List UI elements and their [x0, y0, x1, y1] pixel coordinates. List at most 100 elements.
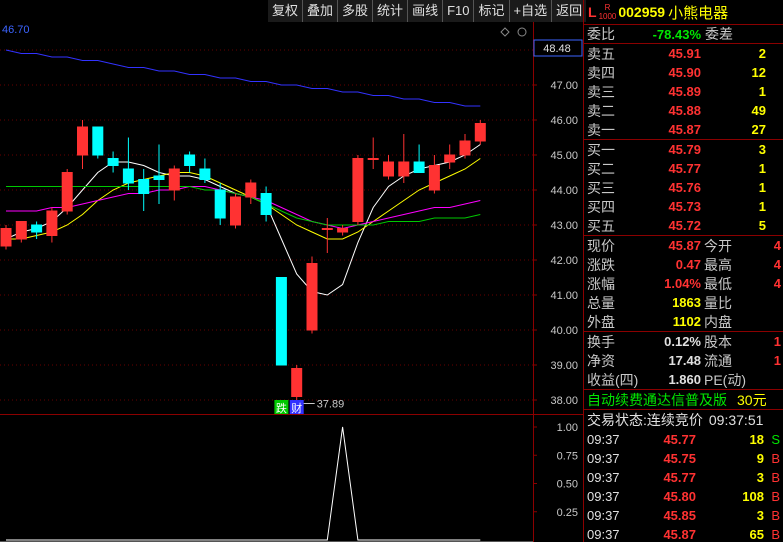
candle-body[interactable]	[428, 165, 440, 191]
stat-label: 净资	[587, 352, 615, 369]
tick-row[interactable]: 09:37 45.85 3 B	[584, 506, 783, 525]
toolbar-button-4[interactable]: 画线	[407, 0, 443, 22]
candle-body[interactable]	[306, 263, 318, 331]
toolbar-button-6[interactable]: 标记	[473, 0, 509, 22]
order-diff-label: 委差	[705, 26, 733, 42]
tick-row[interactable]: 09:37 45.77 18 S	[584, 430, 783, 449]
price-tick-label: 41.00	[550, 290, 578, 302]
candle-body[interactable]	[413, 161, 425, 173]
candle-body[interactable]	[398, 161, 410, 177]
candle-body[interactable]	[352, 158, 364, 222]
asks-row[interactable]: 卖一 45.87 27	[584, 120, 783, 139]
candle-body[interactable]	[474, 123, 486, 142]
bids-row[interactable]: 买二 45.77 1	[584, 159, 783, 178]
candle-body[interactable]	[107, 158, 119, 166]
toolbar-button-7[interactable]: +自选	[508, 0, 552, 22]
candle-body[interactable]	[184, 154, 196, 166]
quote2-row: 净资 17.48 流通 1	[584, 351, 783, 370]
toolbar-button-2[interactable]: 多股	[337, 0, 373, 22]
asks-volume: 27	[751, 122, 766, 137]
stat-value: 45.87	[668, 238, 701, 253]
bids-volume: 5	[758, 218, 766, 233]
indicator-tick-label: 0.25	[557, 507, 578, 519]
candle-body[interactable]	[383, 161, 394, 177]
candle-body[interactable]	[245, 182, 257, 198]
candle-body[interactable]	[138, 179, 150, 194]
tick-row[interactable]: 09:37 45.77 3 B	[584, 468, 783, 487]
candle-body[interactable]	[0, 228, 12, 247]
bids-price: 45.79	[668, 142, 701, 157]
r-mark: R 1000	[598, 3, 617, 21]
candle-body[interactable]	[367, 158, 379, 160]
stat-value-2: 4	[773, 276, 781, 291]
bids-price: 45.77	[668, 161, 701, 176]
tick-row[interactable]: 09:37 45.75 9 B	[584, 449, 783, 468]
price-tick-label: 46.00	[550, 115, 578, 127]
stat-label: 总量	[587, 294, 615, 311]
ma-line-3	[6, 186, 481, 230]
toolbar-button-5[interactable]: F10	[442, 0, 474, 22]
stock-header[interactable]: L R 1000 002959 小熊电器	[584, 0, 783, 25]
asks-price: 45.87	[668, 122, 701, 137]
stat-value-2: 4	[773, 238, 781, 253]
asks-row[interactable]: 卖二 45.88 49	[584, 101, 783, 120]
toolbar-button-0[interactable]: 复权	[268, 0, 303, 22]
bids-row[interactable]: 买三 45.76 1	[584, 178, 783, 197]
toolbar-button-8[interactable]: 返回	[551, 0, 587, 22]
stat-label: 外盘	[587, 313, 615, 330]
candle-body[interactable]	[168, 168, 180, 191]
candle-body[interactable]	[337, 228, 349, 233]
asks-row[interactable]: 卖四 45.90 12	[584, 63, 783, 82]
tick-row[interactable]: 09:37 45.80 108 B	[584, 487, 783, 506]
bids-price: 45.76	[668, 180, 701, 195]
stat-value: 1.04%	[664, 276, 701, 291]
candle-body[interactable]	[122, 168, 134, 184]
tick-row[interactable]: 09:37 45.87 65 B	[584, 525, 783, 542]
stat-value: 17.48	[668, 353, 701, 368]
candle-body[interactable]	[260, 193, 272, 215]
candle-body[interactable]	[92, 126, 104, 156]
candle-body[interactable]	[459, 140, 471, 156]
tick-volume: 108	[742, 489, 764, 504]
stat-value: 1863	[672, 295, 701, 310]
asks-volume: 2	[758, 46, 766, 61]
stat-label-2: 内盘	[704, 313, 732, 330]
tick-direction: B	[771, 451, 780, 466]
tick-volume: 65	[749, 527, 764, 542]
candle-body[interactable]	[15, 221, 27, 240]
tick-volume: 9	[756, 451, 764, 466]
toolbar-button-1[interactable]: 叠加	[302, 0, 338, 22]
asks-price: 45.91	[668, 46, 701, 61]
bids-row[interactable]: 买一 45.79 3	[584, 140, 783, 159]
asks-price: 45.89	[668, 84, 701, 99]
stat-label-2: 最低	[704, 275, 732, 292]
candle-body[interactable]	[444, 154, 456, 163]
tick-list[interactable]: 09:37 45.77 18 S 09:37 45.75 9 B 09:37 45.77 3 B 09:…	[584, 430, 783, 542]
bids-row[interactable]: 买四 45.73 1	[584, 197, 783, 216]
order-ratio-row: 委比 -78.43% 委差	[584, 25, 783, 44]
candle-body[interactable]	[230, 196, 241, 226]
tick-time: 09:37	[587, 527, 620, 542]
candle-body[interactable]	[77, 126, 88, 156]
candle-body[interactable]	[61, 172, 73, 212]
kline-chart[interactable]: 48.0047.0046.0045.0044.0043.0042.0041.00…	[0, 22, 583, 542]
candle-body[interactable]	[321, 228, 333, 230]
candle-body[interactable]	[199, 168, 211, 180]
candle-body[interactable]	[46, 210, 58, 236]
bids-volume: 1	[758, 180, 766, 195]
asks-row[interactable]: 卖五 45.91 2	[584, 44, 783, 63]
candle-body[interactable]	[153, 175, 165, 180]
candle-body[interactable]	[214, 189, 226, 219]
candle-body[interactable]	[291, 368, 303, 397]
candle-body[interactable]	[31, 224, 43, 233]
asks-row[interactable]: 卖三 45.89 1	[584, 82, 783, 101]
diamond-icon[interactable]	[500, 27, 510, 37]
ask-book: 卖五 45.91 2 卖四 45.90 12 卖三 45.89 1 卖二 45.88 49 卖一 45.8…	[584, 44, 783, 140]
toolbar-button-3[interactable]: 统计	[372, 0, 408, 22]
circle-icon[interactable]	[517, 27, 527, 37]
bids-row[interactable]: 买五 45.72 5	[584, 216, 783, 235]
bids-label: 买三	[587, 179, 615, 196]
kline-chart-panel[interactable]: 48.0047.0046.0045.0044.0043.0042.0041.00…	[0, 22, 583, 542]
candle-body[interactable]	[275, 277, 287, 366]
promo-banner[interactable]: 自动续费通达信普及版 30元	[584, 390, 783, 410]
